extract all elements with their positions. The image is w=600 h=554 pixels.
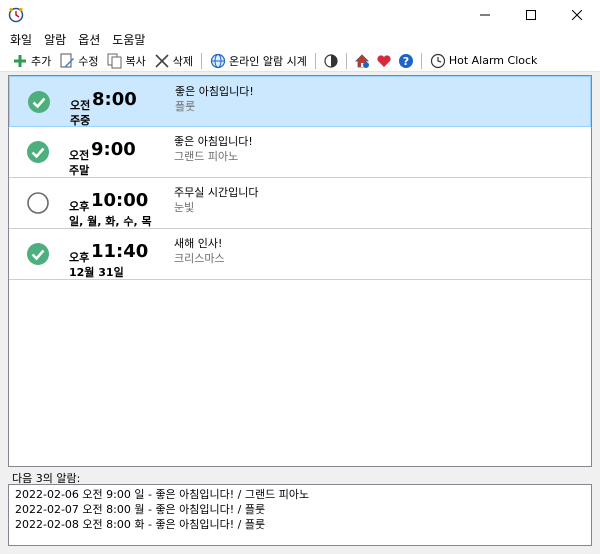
theme-toggle-button[interactable] [320,51,342,71]
add-button[interactable]: 추가 [8,51,55,71]
alarm-list[interactable]: 오전 8:00 주중 좋은 아침입니다! 플룻 오전 9:00 주말 좋은 아침… [8,75,592,467]
online-clock-label: 온라인 알람 시계 [229,54,307,68]
app-name-label: Hot Alarm Clock [448,54,538,67]
menu-bar: 화일 알람 옵션 도움말 [0,30,600,50]
help-icon: ? [398,53,413,68]
alarm-time: 10:00 [91,190,149,211]
alarm-message: 좋은 아침입니다! [174,135,253,148]
alarm-message: 좋은 아침입니다! [175,85,254,98]
heart-icon [377,54,391,67]
alarm-days: 주중 [70,114,91,127]
delete-icon [154,53,170,69]
svg-text:?: ? [403,55,409,68]
close-button[interactable] [554,0,600,30]
alarm-message: 새해 인사! [174,237,223,250]
copy-button[interactable]: 복사 [103,51,150,71]
alarm-days: 주말 [69,164,90,177]
home-button[interactable] [351,51,373,71]
clock-icon [8,7,24,23]
delete-label: 삭제 [172,54,193,68]
alarm-message: 주무실 시간입니다 [174,186,259,199]
copy-label: 복사 [125,54,146,68]
menu-help[interactable]: 도움말 [106,30,151,50]
menu-file[interactable]: 화일 [4,30,38,50]
toolbar-separator [314,52,316,69]
clock-icon [430,53,446,69]
toolbar-separator [345,52,347,69]
edit-label: 수정 [78,54,99,68]
alarm-row[interactable]: 오후 10:00 일, 월, 화, 수, 목 주무실 시간입니다 눈빛 [9,178,591,229]
delete-button[interactable]: 삭제 [150,51,197,71]
app-link-button[interactable]: Hot Alarm Clock [426,51,542,71]
check-circle-icon[interactable] [27,243,49,265]
check-circle-icon[interactable] [27,141,49,163]
alarm-ampm: 오전 [70,99,91,112]
minimize-icon [480,14,490,16]
alarm-sound: 눈빛 [174,201,195,214]
online-clock-button[interactable]: 온라인 알람 시계 [206,51,311,71]
toolbar-separator [420,52,422,69]
empty-circle-icon[interactable] [27,192,49,214]
alarm-ampm: 오후 [69,251,90,264]
toolbar-separator [201,52,202,69]
maximize-button[interactable] [508,0,554,30]
globe-icon [210,53,226,69]
copy-icon [107,53,123,69]
close-icon [572,10,582,20]
next-alarm-item: 2022-02-06 오전 9:00 일 - 좋은 아침입니다! / 그랜드 피… [15,488,310,501]
edit-button[interactable]: 수정 [55,51,102,71]
next-alarm-item: 2022-02-07 오전 8:00 월 - 좋은 아침입니다! / 플룻 [15,503,266,516]
alarm-row[interactable]: 오후 11:40 12월 31일 새해 인사! 크리스마스 [9,229,591,280]
alarm-ampm: 오전 [69,149,90,162]
check-circle-icon[interactable] [28,91,50,113]
contrast-icon [324,53,338,68]
alarm-time: 11:40 [91,241,149,262]
maximize-icon [526,10,536,20]
menu-alarm[interactable]: 알람 [38,30,72,50]
alarm-ampm: 오후 [69,200,90,213]
home-icon [354,53,369,68]
alarm-sound: 플룻 [175,100,196,113]
add-label: 추가 [31,54,52,68]
favorite-button[interactable] [373,51,395,71]
toolbar: 추가 수정 복사 삭제 온라인 알람 시계 ? Hot Alarm Clock [0,50,600,72]
menu-options[interactable]: 옵션 [72,30,106,50]
plus-icon [12,53,28,69]
alarm-days: 12월 31일 [69,266,124,279]
alarm-time: 9:00 [91,139,136,160]
alarm-time: 8:00 [92,89,137,110]
minimize-button[interactable] [462,0,508,30]
alarm-row[interactable]: 오전 9:00 주말 좋은 아침입니다! 그랜드 피아노 [9,127,591,178]
title-bar [0,0,600,30]
help-button[interactable]: ? [395,51,417,71]
next-alarm-item: 2022-02-08 오전 8:00 화 - 좋은 아침입니다! / 플룻 [15,518,266,531]
alarm-row[interactable]: 오전 8:00 주중 좋은 아침입니다! 플룻 [9,76,591,127]
edit-icon [59,53,75,69]
alarm-sound: 그랜드 피아노 [174,150,239,163]
next-alarms-list[interactable]: 2022-02-06 오전 9:00 일 - 좋은 아침입니다! / 그랜드 피… [8,484,592,546]
alarm-sound: 크리스마스 [174,252,225,265]
alarm-days: 일, 월, 화, 수, 목 [69,215,152,228]
